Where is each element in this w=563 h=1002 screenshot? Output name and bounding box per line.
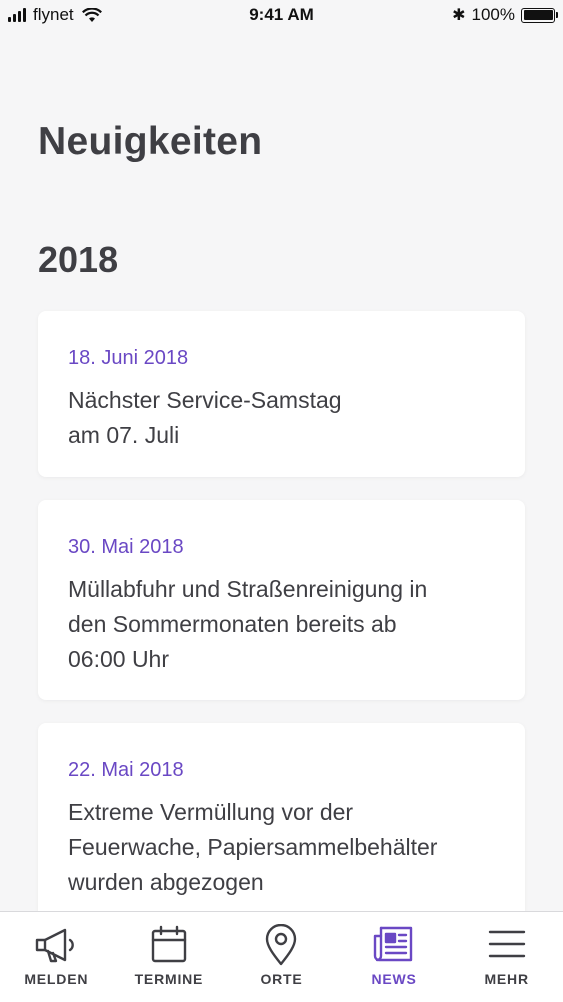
battery-percent: 100% [471,5,515,24]
status-right: ✱ 100% [452,5,558,25]
tab-melden[interactable]: MELDEN [0,912,113,1002]
news-card[interactable]: 30. Mai 2018 Müllabfuhr und Straßenreini… [38,500,525,700]
news-title-line: Extreme Vermüllung vor der [68,799,354,825]
news-title: Extreme Vermüllung vor der Feuerwache, P… [68,795,497,900]
page-title: Neuigkeiten [38,120,263,163]
bluetooth-icon: ✱ [452,7,466,24]
menu-icon [488,930,525,958]
megaphone-icon [36,928,75,963]
news-content[interactable]: Neuigkeiten 2018 18. Juni 2018 Nächster … [0,32,563,912]
news-card[interactable]: 22. Mai 2018 Extreme Vermüllung vor der … [38,723,525,912]
tab-news[interactable]: NEWS [338,912,451,1002]
news-title-line: den Sommermonaten bereits ab [68,611,397,637]
news-title-line: Nächster Service-Samstag [68,387,342,413]
news-title-line: Feuerwache, Papiersammelbehälter [68,834,438,860]
tab-termine[interactable]: TERMINE [113,912,226,1002]
newspaper-icon [373,926,413,962]
news-title-line: 06:00 Uhr [68,646,170,672]
tab-label: TERMINE [134,971,204,987]
news-title: Müllabfuhr und Straßenreinigung in den S… [68,572,497,677]
news-title-line: wurden abgezogen [68,869,264,895]
tab-orte[interactable]: ORTE [225,912,338,1002]
tab-mehr[interactable]: MEHR [450,912,563,1002]
news-date: 22. Mai 2018 [68,759,184,781]
news-card[interactable]: 18. Juni 2018 Nächster Service-Samstag a… [38,311,525,477]
news-title: Nächster Service-Samstag am 07. Juli [68,383,497,453]
news-title-line: Müllabfuhr und Straßenreinigung in [68,576,428,602]
year-heading: 2018 [38,239,119,280]
tab-label: NEWS [371,971,417,987]
tab-label: ORTE [260,971,303,987]
battery-icon [521,7,558,23]
tab-label: MEHR [484,971,529,987]
calendar-icon [151,925,187,963]
news-date: 30. Mai 2018 [68,536,184,558]
news-title-line: am 07. Juli [68,422,180,448]
status-bar: flynet 9:41 AM ✱ 100% [0,0,563,32]
tab-label: MELDEN [24,971,89,987]
tab-bar: MELDEN TERMINE ORTE NEWS MEHR [0,911,563,1002]
location-pin-icon [266,924,297,966]
news-date: 18. Juni 2018 [68,347,189,369]
